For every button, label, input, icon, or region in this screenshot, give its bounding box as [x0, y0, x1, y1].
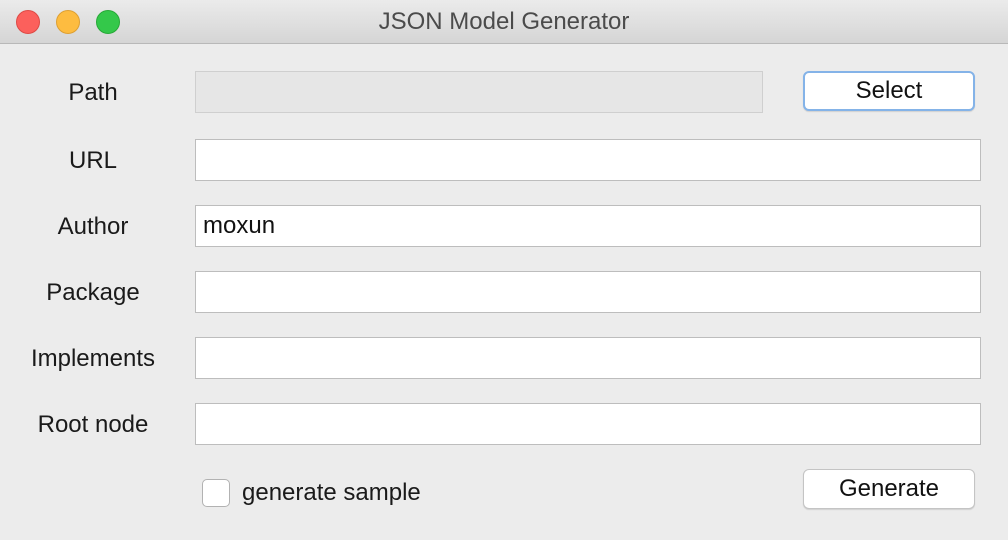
title-bar: JSON Model Generator — [0, 0, 1008, 44]
package-label: Package — [46, 279, 140, 306]
package-field[interactable] — [195, 271, 981, 313]
path-field — [195, 71, 763, 113]
url-field[interactable] — [195, 139, 981, 181]
generate-button[interactable]: Generate — [803, 469, 975, 509]
generate-sample-checkbox[interactable] — [202, 479, 230, 507]
author-field[interactable] — [195, 205, 981, 247]
app-window: JSON Model Generator Path Select URL Aut… — [0, 0, 1008, 540]
implements-label: Implements — [30, 345, 156, 372]
implements-field[interactable] — [195, 337, 981, 379]
path-label: Path — [68, 79, 118, 106]
generate-sample-label: generate sample — [242, 479, 421, 506]
root-node-label: Root node — [37, 411, 149, 438]
window-title: JSON Model Generator — [378, 8, 630, 35]
root-node-field[interactable] — [195, 403, 981, 445]
author-label: Author — [57, 213, 129, 240]
url-label: URL — [68, 147, 117, 174]
select-button[interactable]: Select — [803, 71, 975, 111]
